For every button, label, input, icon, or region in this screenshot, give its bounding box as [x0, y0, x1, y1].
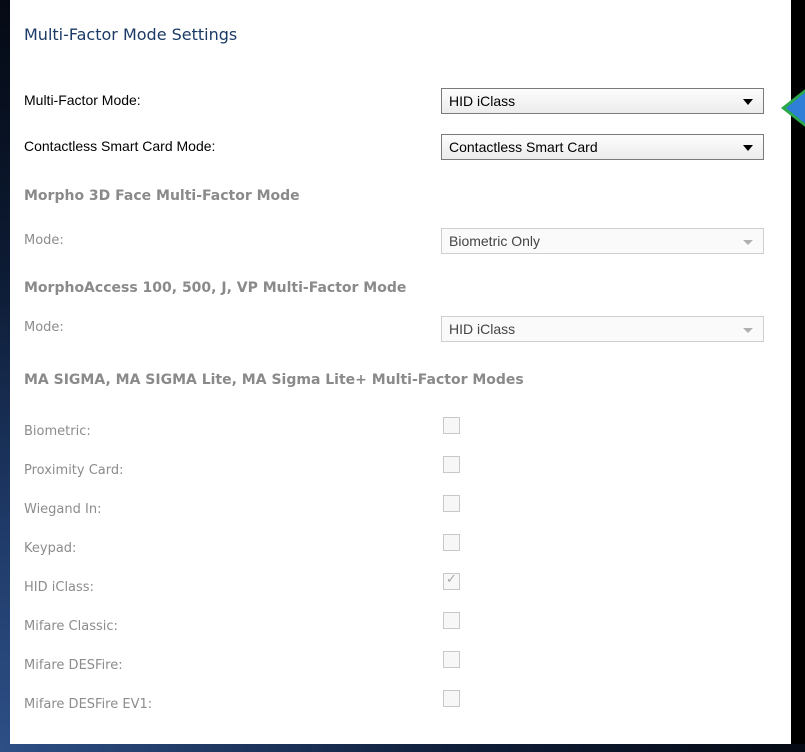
chevron-down-icon	[743, 240, 753, 245]
option-keypad-label: Keypad:	[24, 541, 77, 556]
option-wiegand-in-checkbox	[443, 495, 460, 512]
morpho-3d-mode-label: Mode:	[24, 233, 64, 248]
chevron-down-icon	[743, 145, 753, 151]
multi-factor-mode-select[interactable]: HID iClass	[441, 88, 764, 114]
option-wiegand-in-label: Wiegand In:	[24, 502, 102, 517]
morphoaccess-mode-label: Mode:	[24, 320, 64, 335]
option-proximity-card-checkbox	[443, 456, 460, 473]
option-mifare-desfire-label: Mifare DESFire:	[24, 658, 123, 673]
settings-panel: Multi-Factor Mode Settings Multi-Factor …	[10, 0, 791, 744]
option-biometric-label: Biometric:	[24, 424, 91, 439]
morpho-3d-mode-select: Biometric Only	[441, 228, 764, 254]
option-mifare-classic-label: Mifare Classic:	[24, 619, 118, 634]
option-mifare-desfire-checkbox	[443, 651, 460, 668]
option-proximity-card-label: Proximity Card:	[24, 463, 124, 478]
panel-title: Multi-Factor Mode Settings	[24, 25, 238, 44]
option-hid-iclass-checkbox: ✓	[443, 572, 460, 590]
morphoaccess-heading: MorphoAccess 100, 500, J, VP Multi-Facto…	[24, 280, 407, 296]
option-mifare-desfire-ev1-checkbox	[443, 690, 460, 707]
morpho-3d-mode-value: Biometric Only	[449, 233, 541, 249]
multi-factor-mode-label: Multi-Factor Mode:	[24, 92, 141, 108]
checkmark-icon: ✓	[446, 572, 457, 587]
contactless-mode-label: Contactless Smart Card Mode:	[24, 138, 216, 154]
option-keypad-checkbox	[443, 534, 460, 551]
ma-sigma-heading: MA SIGMA, MA SIGMA Lite, MA Sigma Lite+ …	[24, 372, 524, 388]
frame-bottom	[0, 744, 805, 752]
morphoaccess-mode-value: HID iClass	[449, 321, 516, 337]
frame-left	[0, 0, 10, 752]
option-biometric-checkbox	[443, 417, 460, 434]
option-mifare-desfire-ev1-label: Mifare DESFire EV1:	[24, 697, 153, 712]
contactless-mode-select[interactable]: Contactless Smart Card	[441, 134, 764, 160]
multi-factor-mode-value: HID iClass	[449, 93, 516, 109]
chevron-down-icon	[743, 99, 753, 105]
option-hid-iclass-label: HID iClass:	[24, 580, 94, 595]
chevron-down-icon	[743, 328, 753, 333]
morpho-3d-heading: Morpho 3D Face Multi-Factor Mode	[24, 188, 300, 204]
contactless-mode-value: Contactless Smart Card	[449, 139, 598, 155]
morphoaccess-mode-select: HID iClass	[441, 316, 764, 342]
option-mifare-classic-checkbox	[443, 612, 460, 629]
callout-arrow-fill	[786, 90, 805, 126]
